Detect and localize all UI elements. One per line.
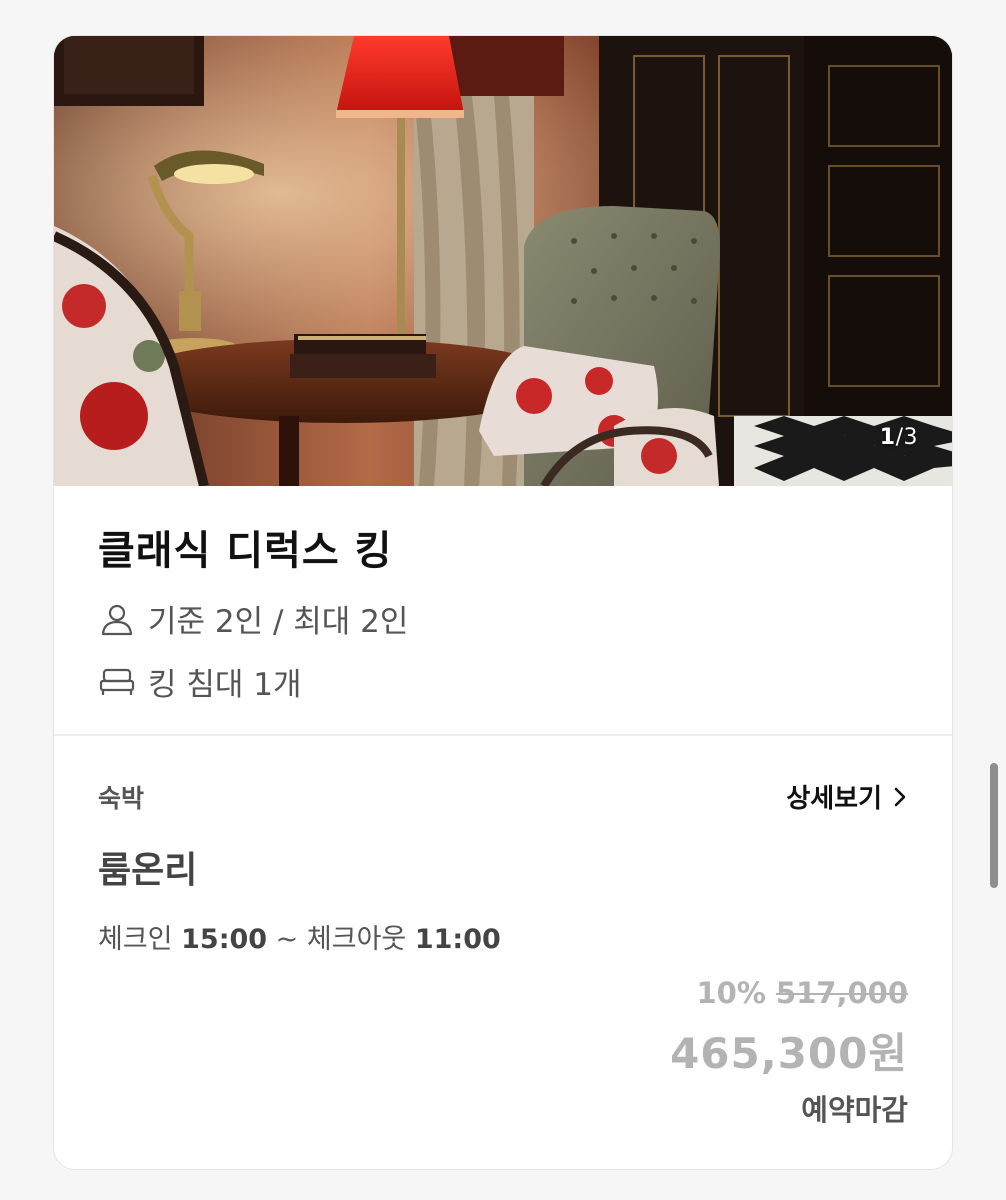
image-counter-total: 3: [903, 425, 918, 450]
image-counter-current: 1: [879, 425, 896, 450]
scrollbar-thumb[interactable]: [990, 763, 998, 888]
plan-type-label: 숙박: [98, 783, 145, 813]
discount-percent: 10%: [696, 976, 766, 1010]
section-divider: [54, 734, 952, 736]
checkin-checkout: 체크인 15:00 ~ 체크아웃 11:00: [98, 917, 908, 956]
checkin-tilde: ~: [275, 924, 299, 955]
rate-plan: 숙박 상세보기 룸온리 체크인 15:00 ~ 체크아웃 11:00: [98, 778, 908, 956]
plan-name: 룸온리: [98, 850, 198, 891]
bed-text: 킹 침대 1개: [148, 667, 302, 703]
final-price: 465,300원: [670, 1029, 908, 1078]
checkin-label: 체크인: [98, 924, 173, 955]
bed-row: 킹 침대 1개: [98, 659, 908, 704]
checkout-time: 11:00: [414, 924, 501, 955]
room-title: 클래식 디럭스 킹: [98, 528, 393, 574]
detail-link[interactable]: 상세보기: [786, 778, 908, 815]
price-block: 10% 517,000 465,300원 예약마감: [670, 976, 908, 1129]
image-counter-separator: /: [895, 425, 904, 450]
capacity-text: 기준 2인 / 최대 2인: [148, 604, 409, 640]
booking-status: 예약마감: [801, 1093, 908, 1127]
original-price: 517,000: [775, 976, 908, 1010]
room-photo-illustration: [54, 36, 952, 486]
checkout-label: 체크아웃: [306, 924, 407, 955]
checkin-time: 15:00: [181, 924, 268, 955]
image-counter: 1/3: [880, 425, 918, 450]
capacity-row: 기준 2인 / 최대 2인: [98, 596, 908, 641]
room-info: 클래식 디럭스 킹 기준 2인 / 최대 2인 킹 침대 1개: [98, 518, 908, 704]
room-card: 1/3 클래식 디럭스 킹 기준 2인 / 최대 2인 킹 침대 1개 숙박 상…: [53, 35, 953, 1170]
person-icon: [98, 600, 136, 638]
room-photo[interactable]: 1/3: [54, 36, 952, 486]
discount-row: 10% 517,000: [670, 976, 908, 1010]
detail-link-label: 상세보기: [786, 784, 882, 814]
bed-icon: [98, 663, 136, 701]
chevron-right-icon: [894, 787, 906, 806]
